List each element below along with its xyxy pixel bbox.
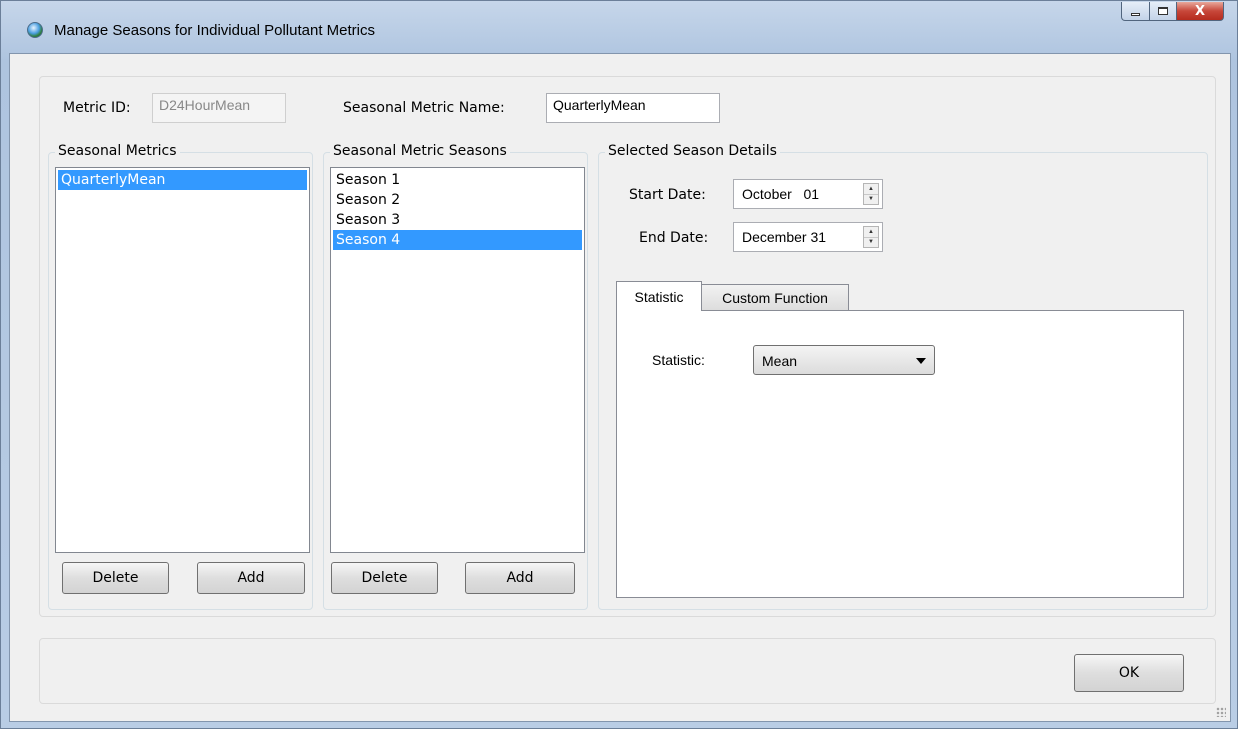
minimize-button[interactable] <box>1121 2 1150 21</box>
footer-panel: OK <box>39 638 1216 704</box>
statistic-value: Mean <box>762 353 798 369</box>
season-details-title: Selected Season Details <box>605 143 780 159</box>
statistic-label: Statistic: <box>652 352 705 368</box>
resize-grip-icon[interactable] <box>1216 707 1226 717</box>
start-date-spinner[interactable]: ▲ ▼ <box>863 183 879 205</box>
window-frame: Manage Seasons for Individual Pollutant … <box>0 0 1238 729</box>
start-date-picker[interactable]: October 01 ▲ ▼ <box>733 179 883 209</box>
chevron-down-icon <box>916 358 926 364</box>
list-item[interactable]: Season 2 <box>333 190 582 210</box>
seasons-title: Seasonal Metric Seasons <box>330 143 510 159</box>
end-date-spinner[interactable]: ▲ ▼ <box>863 226 879 248</box>
title-bar[interactable]: Manage Seasons for Individual Pollutant … <box>1 1 1237 41</box>
tab-statistic[interactable]: Statistic <box>616 281 702 311</box>
maximize-icon <box>1158 7 1168 15</box>
seasonal-metrics-title: Seasonal Metrics <box>55 143 180 159</box>
dialog-client-area: Metric ID: D24HourMean Seasonal Metric N… <box>9 53 1231 722</box>
close-icon: X <box>1194 3 1206 19</box>
statistic-tab-page: Statistic: Mean <box>616 310 1184 598</box>
delete-metric-button[interactable]: Delete <box>62 562 169 594</box>
seasonal-metric-name-field[interactable]: QuarterlyMean <box>546 93 720 123</box>
seasonal-metrics-list[interactable]: QuarterlyMean <box>55 167 310 553</box>
app-globe-icon <box>27 22 43 38</box>
ok-button[interactable]: OK <box>1074 654 1184 692</box>
list-item[interactable]: QuarterlyMean <box>58 170 307 190</box>
seasonal-metric-name-label: Seasonal Metric Name: <box>343 100 505 116</box>
end-date-label: End Date: <box>639 230 709 246</box>
statistic-dropdown[interactable]: Mean <box>753 345 935 375</box>
maximize-button[interactable] <box>1150 2 1177 21</box>
minimize-icon <box>1131 12 1140 16</box>
seasons-group: Seasonal Metric Seasons Season 1 Season … <box>323 143 588 610</box>
add-season-button[interactable]: Add <box>465 562 575 594</box>
close-button[interactable]: X <box>1177 2 1224 21</box>
metric-id-label: Metric ID: <box>63 100 131 116</box>
main-panel: Metric ID: D24HourMean Seasonal Metric N… <box>39 76 1216 617</box>
metric-id-field: D24HourMean <box>152 93 286 123</box>
list-item[interactable]: Season 4 <box>333 230 582 250</box>
start-date-label: Start Date: <box>629 187 706 203</box>
seasons-list[interactable]: Season 1 Season 2 Season 3 Season 4 <box>330 167 585 553</box>
window-title: Manage Seasons for Individual Pollutant … <box>54 22 376 39</box>
spin-down-icon[interactable]: ▼ <box>864 194 878 204</box>
season-details-group: Selected Season Details Start Date: Octo… <box>598 143 1208 610</box>
list-item[interactable]: Season 1 <box>333 170 582 190</box>
spin-down-icon[interactable]: ▼ <box>864 237 878 247</box>
add-metric-button[interactable]: Add <box>197 562 305 594</box>
delete-season-button[interactable]: Delete <box>331 562 438 594</box>
window-controls: X <box>1121 2 1224 22</box>
seasonal-metrics-group: Seasonal Metrics QuarterlyMean Delete Ad… <box>48 143 313 610</box>
start-date-value: October 01 <box>742 186 820 202</box>
list-item[interactable]: Season 3 <box>333 210 582 230</box>
end-date-picker[interactable]: December 31 ▲ ▼ <box>733 222 883 252</box>
end-date-value: December 31 <box>742 229 827 245</box>
tab-custom-function[interactable]: Custom Function <box>701 284 849 311</box>
